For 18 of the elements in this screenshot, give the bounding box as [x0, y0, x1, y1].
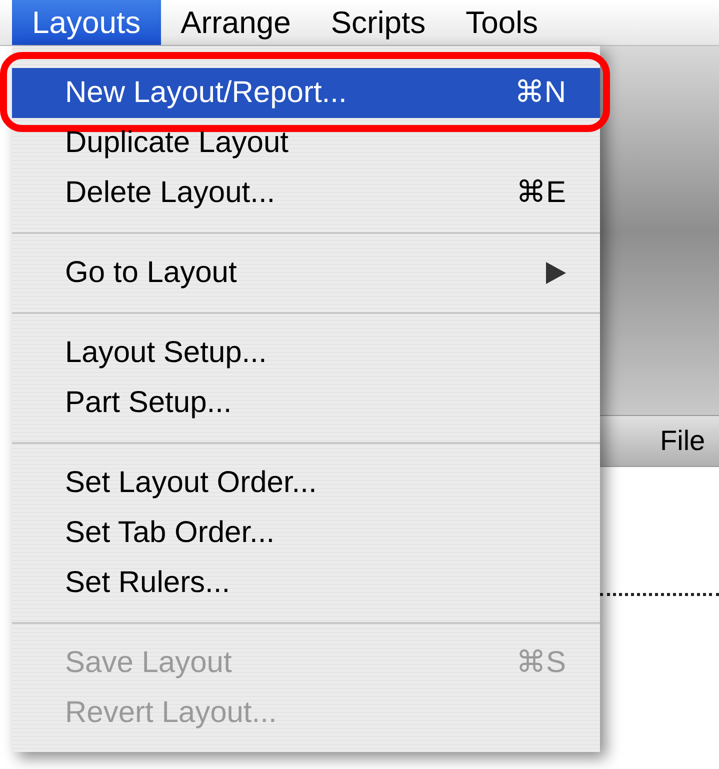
menu-item[interactable]: Go to Layout: [12, 248, 600, 298]
menu-bar-item[interactable]: Scripts: [310, 0, 446, 45]
menu-item[interactable]: Set Layout Order...: [12, 458, 600, 508]
menu-item[interactable]: New Layout/Report... ⌘N: [12, 68, 600, 118]
submenu-arrow-icon: [546, 262, 566, 284]
shortcut-label: ⌘E: [516, 178, 566, 208]
menu-item[interactable]: Set Tab Order...: [12, 508, 600, 558]
menu-item[interactable]: Set Rulers...: [12, 558, 600, 608]
menu-bar-item[interactable]: Layouts: [12, 0, 161, 45]
menu-item[interactable]: Part Setup...: [12, 378, 600, 428]
shortcut-label: ⌘S: [516, 648, 566, 678]
tab-label: File: [660, 427, 706, 455]
menu-item[interactable]: Duplicate Layout: [12, 118, 600, 168]
menu-item[interactable]: Layout Setup...: [12, 328, 600, 378]
menu-item[interactable]: Delete Layout... ⌘E: [12, 168, 600, 218]
menu-bar-item[interactable]: Tools: [446, 0, 558, 45]
shortcut-label: ⌘N: [514, 78, 566, 108]
menu-bar-item[interactable]: Arrange: [160, 0, 311, 45]
